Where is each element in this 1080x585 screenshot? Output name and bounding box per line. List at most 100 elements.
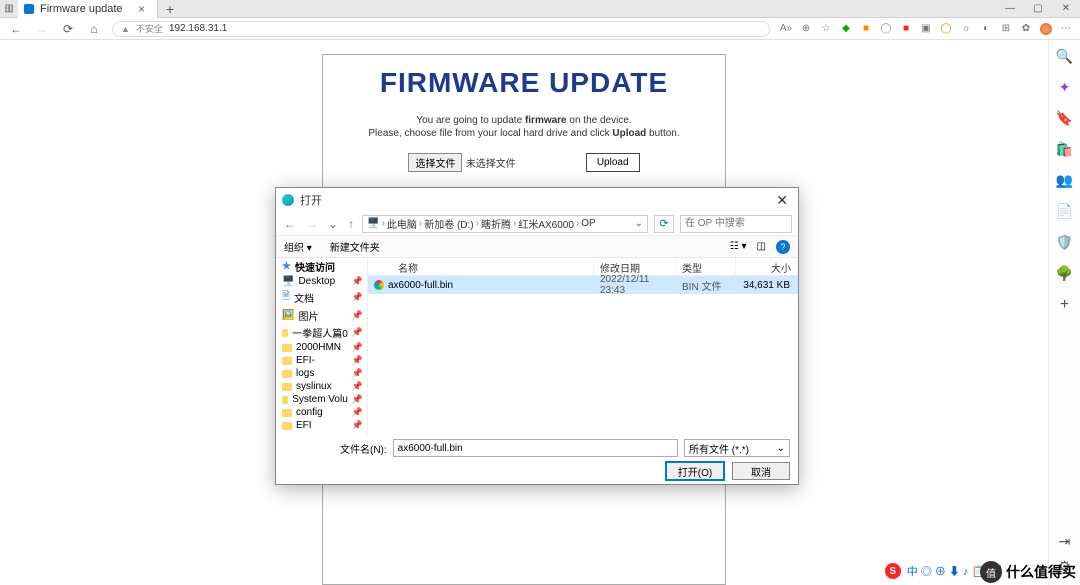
dialog-title: 打开 xyxy=(300,192,322,208)
column-headers[interactable]: 名称 修改日期 类型 大小 xyxy=(368,258,798,276)
search-icon[interactable]: 🔍 xyxy=(1056,48,1073,65)
browser-tab-strip: ▥ Firmware update × + — ▢ ✕ xyxy=(0,0,1080,18)
browser-tab-active[interactable]: Firmware update × xyxy=(18,0,158,18)
folder-icon xyxy=(282,357,292,365)
upload-button[interactable]: Upload xyxy=(586,153,640,172)
brand-text: 什么值得买 xyxy=(1006,562,1076,582)
pin-icon: 📌 xyxy=(352,292,365,303)
search-input[interactable] xyxy=(680,215,792,233)
folder-icon xyxy=(282,396,288,404)
instruction-line-1: You are going to update firmware on the … xyxy=(333,115,715,126)
pin-icon: 📌 xyxy=(352,420,365,431)
instruction-line-2: Please, choose file from your local hard… xyxy=(333,128,715,139)
maximize-button[interactable]: ▢ xyxy=(1024,0,1052,18)
profile-avatar[interactable] xyxy=(1040,23,1052,35)
extension-3-icon[interactable]: ◯ xyxy=(880,23,892,35)
cancel-button[interactable]: 取消 xyxy=(732,462,790,480)
pin-icon: 📌 xyxy=(352,407,365,418)
pin-icon: 📌 xyxy=(352,276,365,287)
organize-menu[interactable]: 组织 ▾ xyxy=(284,239,312,254)
nav-up-button[interactable]: ↑ xyxy=(346,217,356,231)
zoom-icon[interactable]: ⊕ xyxy=(800,23,812,35)
folder-tree[interactable]: ★快速访问 🖥️Desktop📌 🗎文档📌 🖼️图片📌 一拳超人篇0📌 2000… xyxy=(276,258,368,434)
folder-icon xyxy=(282,329,288,337)
office-icon[interactable]: 📄 xyxy=(1056,203,1073,220)
toolbar-icons: A» ⊕ ☆ ◆ ■ ◯ ■ ▣ ◯ ☼ ◐ ⊞ ✿ ⋯ xyxy=(780,23,1072,35)
file-open-dialog: 打开 ✕ ← → ⌄ ↑ 🖥️ ›此电脑 ›新加卷 (D:) ›瞎折腾 ›红米A… xyxy=(275,187,799,485)
pin-icon: 📌 xyxy=(352,368,365,379)
breadcrumb[interactable]: 🖥️ ›此电脑 ›新加卷 (D:) ›瞎折腾 ›红米AX6000 ›OP ⌄ xyxy=(362,215,648,233)
tab-actions-icon[interactable]: ▥ xyxy=(0,0,18,18)
security-icon[interactable]: 🛡️ xyxy=(1056,234,1073,251)
shopping-bag-icon[interactable]: 🛍️ xyxy=(1056,141,1073,158)
extension-2-icon[interactable]: ■ xyxy=(860,23,872,35)
people-icon[interactable]: 👥 xyxy=(1056,172,1073,189)
extension-1-icon[interactable]: ◆ xyxy=(840,23,852,35)
folder-icon xyxy=(282,370,292,378)
pin-icon: 📌 xyxy=(352,394,365,405)
choose-file-button[interactable]: 选择文件 xyxy=(408,153,462,172)
minimize-button[interactable]: — xyxy=(996,0,1024,18)
help-icon[interactable]: ? xyxy=(776,240,790,254)
not-secure-label: 不安全 xyxy=(136,22,163,35)
view-menu-icon[interactable]: ☷ ▾ xyxy=(730,241,747,252)
tab-title: Firmware update xyxy=(40,3,123,15)
filename-input[interactable] xyxy=(393,439,678,457)
back-button[interactable]: ← xyxy=(8,21,24,37)
home-button[interactable]: ⌂ xyxy=(86,21,102,37)
discover-icon[interactable]: ✦ xyxy=(1059,79,1071,96)
menu-button[interactable]: ⋯ xyxy=(1060,23,1072,35)
file-filter-select[interactable]: 所有文件 (*.*)⌄ xyxy=(684,439,790,457)
doc-icon: 🗎 xyxy=(282,289,290,306)
sogou-icon[interactable]: S xyxy=(885,563,901,579)
not-secure-icon: ▲ xyxy=(121,24,130,34)
refresh-folder-button[interactable]: ⟳ xyxy=(654,215,674,233)
url-text: 192.168.31.1 xyxy=(169,23,227,34)
preview-pane-icon[interactable]: ◫ xyxy=(757,241,766,252)
eco-icon[interactable]: 🌳 xyxy=(1056,265,1073,282)
new-tab-button[interactable]: + xyxy=(158,1,182,17)
favorite-icon[interactable]: ☆ xyxy=(820,23,832,35)
open-button[interactable]: 打开(O) xyxy=(666,462,724,480)
url-input[interactable]: ▲ 不安全 192.168.31.1 xyxy=(112,21,770,37)
watermark: 值 什么值得买 xyxy=(980,561,1076,583)
nav-recent-button[interactable]: ⌄ xyxy=(326,217,340,231)
pin-icon: 📌 xyxy=(352,342,365,353)
nav-back-button[interactable]: ← xyxy=(282,217,298,231)
new-folder-button[interactable]: 新建文件夹 xyxy=(330,239,380,254)
pin-icon: 📌 xyxy=(352,381,365,392)
read-aloud-icon[interactable]: A» xyxy=(780,23,792,35)
forward-button[interactable]: → xyxy=(34,21,50,37)
shopping-tag-icon[interactable]: 🔖 xyxy=(1056,110,1073,127)
pc-icon: 🖥️ xyxy=(367,218,379,229)
extensions-icon[interactable]: ✿ xyxy=(1020,23,1032,35)
extension-4-icon[interactable]: ■ xyxy=(900,23,912,35)
collections-icon[interactable]: ⊞ xyxy=(1000,23,1012,35)
close-tab-icon[interactable]: × xyxy=(138,2,145,16)
extension-7-icon[interactable]: ☼ xyxy=(960,23,972,35)
address-bar: ← → ⟳ ⌂ ▲ 不安全 192.168.31.1 A» ⊕ ☆ ◆ ■ ◯ … xyxy=(0,18,1080,40)
chevron-down-icon[interactable]: ⌄ xyxy=(635,218,643,229)
pin-icon: 📌 xyxy=(352,355,365,366)
extension-8-icon[interactable]: ◐ xyxy=(980,23,992,35)
desktop-icon: 🖥️ xyxy=(282,276,294,287)
extension-5-icon[interactable]: ▣ xyxy=(920,23,932,35)
sidebar-toggle-icon[interactable]: ⇥ xyxy=(1059,533,1071,550)
edge-sidebar: 🔍 ✦ 🔖 🛍️ 👥 📄 🛡️ 🌳 + ⇥ ⚙ xyxy=(1048,40,1080,585)
folder-icon xyxy=(282,409,292,417)
nav-fwd-button[interactable]: → xyxy=(304,217,320,231)
add-sidebar-icon[interactable]: + xyxy=(1060,296,1069,314)
folder-icon xyxy=(282,344,292,352)
star-icon: ★ xyxy=(282,261,291,272)
favicon-icon xyxy=(24,4,34,14)
dialog-close-button[interactable]: ✕ xyxy=(772,192,792,209)
chevron-down-icon: ⌄ xyxy=(777,443,785,454)
file-row-selected[interactable]: ax6000-full.bin 2022/12/11 23:43 BIN 文件 … xyxy=(368,276,798,294)
close-window-button[interactable]: ✕ xyxy=(1052,0,1080,18)
filename-label: 文件名(N): xyxy=(340,441,387,456)
file-list: 名称 修改日期 类型 大小 ax6000-full.bin 2022/12/11… xyxy=(368,258,798,434)
bin-file-icon xyxy=(374,280,384,290)
extension-6-icon[interactable]: ◯ xyxy=(940,23,952,35)
refresh-button[interactable]: ⟳ xyxy=(60,21,76,37)
pin-icon: 📌 xyxy=(352,310,365,321)
